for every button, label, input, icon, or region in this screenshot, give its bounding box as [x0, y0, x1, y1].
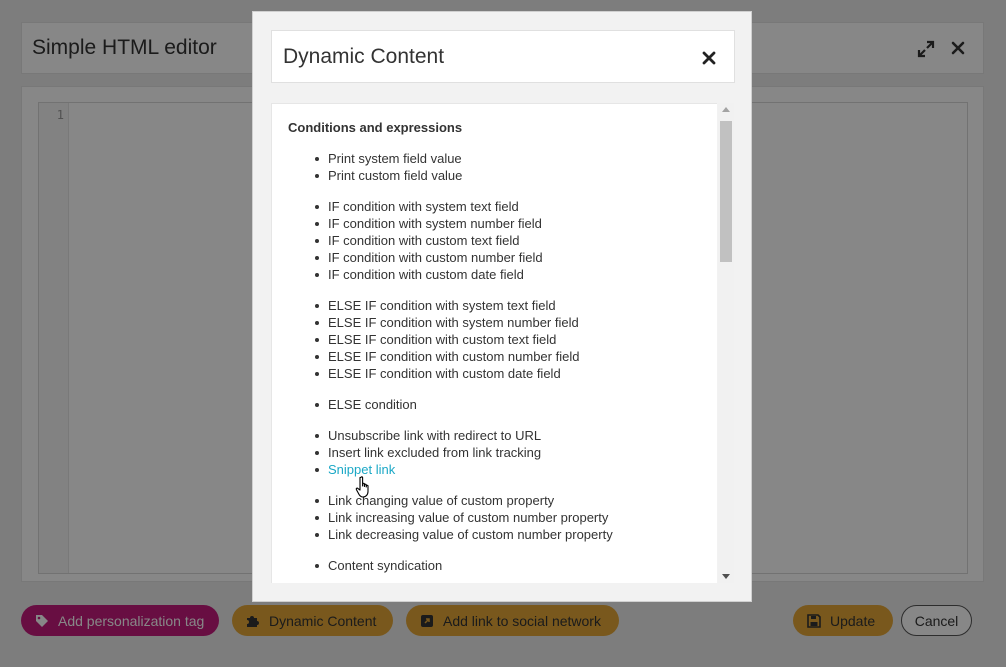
expression-groups: Print system field value Print custom fie… — [272, 150, 712, 583]
expression-group: ELSE IF condition with system text field… — [272, 297, 712, 382]
close-icon[interactable] — [702, 51, 716, 65]
expression-item[interactable]: Link changing value of custom property — [315, 492, 712, 509]
snippet-link[interactable]: Snippet link — [315, 461, 712, 478]
expression-item[interactable]: IF condition with custom text field — [315, 232, 712, 249]
expression-item[interactable]: ELSE condition — [315, 396, 712, 413]
scroll-up-arrow-icon[interactable] — [722, 107, 730, 112]
expression-item[interactable]: Unsubscribe link with redirect to URL — [315, 427, 712, 444]
expression-item[interactable]: Print system field value — [315, 150, 712, 167]
expression-item[interactable]: ELSE IF condition with system text field — [315, 297, 712, 314]
expression-item[interactable]: Link decreasing value of custom number p… — [315, 526, 712, 543]
section-heading: Conditions and expressions — [288, 120, 463, 135]
expression-item[interactable]: Insert link excluded from link tracking — [315, 444, 712, 461]
expression-item[interactable]: ELSE IF condition with system number fie… — [315, 314, 712, 331]
modal-title: Dynamic Content — [283, 45, 445, 68]
expression-item[interactable]: IF condition with custom number field — [315, 249, 712, 266]
expression-group: ELSE condition — [272, 396, 712, 413]
expression-item[interactable]: Link increasing value of custom number p… — [315, 509, 712, 526]
expression-group: IF condition with system text field IF co… — [272, 198, 712, 283]
expression-group: Print system field value Print custom fie… — [272, 150, 712, 184]
scrollbar[interactable] — [718, 103, 734, 583]
scrollbar-thumb[interactable] — [720, 121, 732, 262]
expression-item[interactable]: IF condition with system text field — [315, 198, 712, 215]
expression-item[interactable]: Content syndication — [315, 557, 712, 574]
expression-group: Unsubscribe link with redirect to URL Ins… — [272, 427, 712, 478]
expression-item[interactable]: ELSE IF condition with custom date field — [315, 365, 712, 382]
expression-item[interactable]: IF condition with system number field — [315, 215, 712, 232]
expression-group: Link changing value of custom property Li… — [272, 492, 712, 543]
expression-item[interactable]: ELSE IF condition with custom number fie… — [315, 348, 712, 365]
scroll-down-arrow-icon[interactable] — [722, 574, 730, 579]
expression-group: Content syndication — [272, 557, 712, 574]
expression-item[interactable]: ELSE IF condition with custom text field — [315, 331, 712, 348]
modal-content-scroll-area[interactable]: Conditions and expressions Print system … — [271, 103, 717, 583]
modal-header: Dynamic Content — [271, 30, 735, 83]
hand-pointer-icon — [355, 476, 369, 498]
expression-item[interactable]: Print custom field value — [315, 167, 712, 184]
dynamic-content-modal: Dynamic Content Conditions and expressio… — [252, 11, 752, 602]
expression-item[interactable]: IF condition with custom date field — [315, 266, 712, 283]
